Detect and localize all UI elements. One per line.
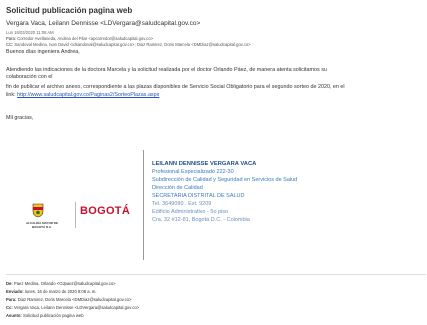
signature-line-7: Cra. 32 #12-81, Bogotá D.C. - Colombia — [152, 217, 250, 223]
body-paragraph: Atendiendo las indicaciones de la doctor… — [6, 67, 426, 81]
greeting: Buenos días ingeniera Andrea, — [6, 49, 80, 55]
cc-line: CC: Sandoval Medina, Ivan David <idsando… — [6, 42, 251, 47]
fwd-sent-line: Enviado: lunes, 16 de marzo de 2020 8:08… — [6, 289, 97, 294]
fwd-subject: Solicitud publicación pagina web — [23, 313, 84, 318]
forward-separator — [6, 274, 426, 275]
signature-block: LEILANN DENNISSE VERGARA VACA Profesiona… — [152, 160, 297, 224]
fwd-subject-line: Asunto: Solicitud publicación pagina web — [6, 313, 84, 318]
email-sender[interactable]: Vergara Vaca, Leilann Dennisse <LDVergar… — [6, 20, 200, 27]
signature-line-5: Tel. 3649090 . Ext. 9209 — [152, 201, 212, 207]
fwd-to[interactable]: Diaz Ramirez, Doris Marcela <DMDiaz@salu… — [18, 297, 132, 302]
cc-recipients[interactable]: Sandoval Medina, Ivan David <idsandoval@… — [14, 42, 250, 47]
signature-line-2: Subdirección de Calidad y Seguridad en S… — [152, 177, 298, 183]
body-line-2: colaboración con el — [6, 74, 53, 80]
fwd-to-label: Para: — [6, 297, 17, 302]
body-line-1: Atendiendo las indicaciones de la doctor… — [6, 67, 327, 73]
signature-line-4: SECRETARIA DISTRITAL DE SALUD — [152, 193, 245, 199]
fwd-from[interactable]: Paez Medina, Orlando <OJpaez@saludcapita… — [14, 281, 116, 286]
fwd-cc-line: Cc: Vergara Vaca, Leilann Dennisse <LDVe… — [6, 305, 139, 310]
fwd-from-line: De: Paez Medina, Orlando <OJpaez@saludca… — [6, 281, 116, 286]
signature-line-1: Profesional Especializado 222-30 — [152, 169, 234, 175]
link-line: link: http://www.saludcapital.gov.co/Pag… — [6, 92, 159, 98]
signature-name: LEILANN DENNISSE VERGARA VACA — [152, 161, 257, 167]
to-label: Para: — [6, 36, 17, 41]
signature-line-3: Dirección de Calidad — [152, 185, 203, 191]
fwd-cc[interactable]: Vergara Vaca, Leilann Dennisse <LDVergar… — [14, 305, 139, 310]
cc-label: CC: — [6, 42, 14, 47]
to-recipients[interactable]: Corredor Avellaneda, Andrea del Pilar <a… — [17, 36, 153, 41]
crest-text: ALCALDÍA MAYOR DE BOGOTÁ D.C. — [26, 221, 58, 229]
link-prefix: link: — [6, 92, 16, 98]
email-date: Lun 16/03/2020 11:08 AM — [6, 30, 54, 35]
page-link[interactable]: http://www.saludcapital.gov.co/Paginas2/… — [17, 92, 159, 98]
bogota-brand: BOGOTÁ — [80, 205, 131, 217]
signature-divider — [143, 150, 144, 260]
fwd-sent-label: Enviado: — [6, 289, 24, 294]
to-line: Para: Corredor Avellaneda, Andrea del Pi… — [6, 36, 153, 41]
fwd-to-line: Para: Diaz Ramirez, Doris Marcela <DMDia… — [6, 297, 131, 302]
fwd-subject-label: Asunto: — [6, 313, 22, 318]
email-subject: Solicitud publicación pagina web — [6, 6, 133, 15]
closing: Mil gracias, — [6, 115, 34, 121]
fwd-cc-label: Cc: — [6, 305, 13, 310]
body-line-3: fin de publicar el archivo anexo, corres… — [6, 84, 345, 90]
crest-icon — [32, 203, 44, 218]
logo-divider — [75, 202, 76, 228]
signature-line-6: Edificio Administrativo - 5o piso — [152, 209, 229, 215]
fwd-sent: lunes, 16 de marzo de 2020 8:08 a. m. — [24, 289, 97, 294]
fwd-from-label: De: — [6, 281, 13, 286]
